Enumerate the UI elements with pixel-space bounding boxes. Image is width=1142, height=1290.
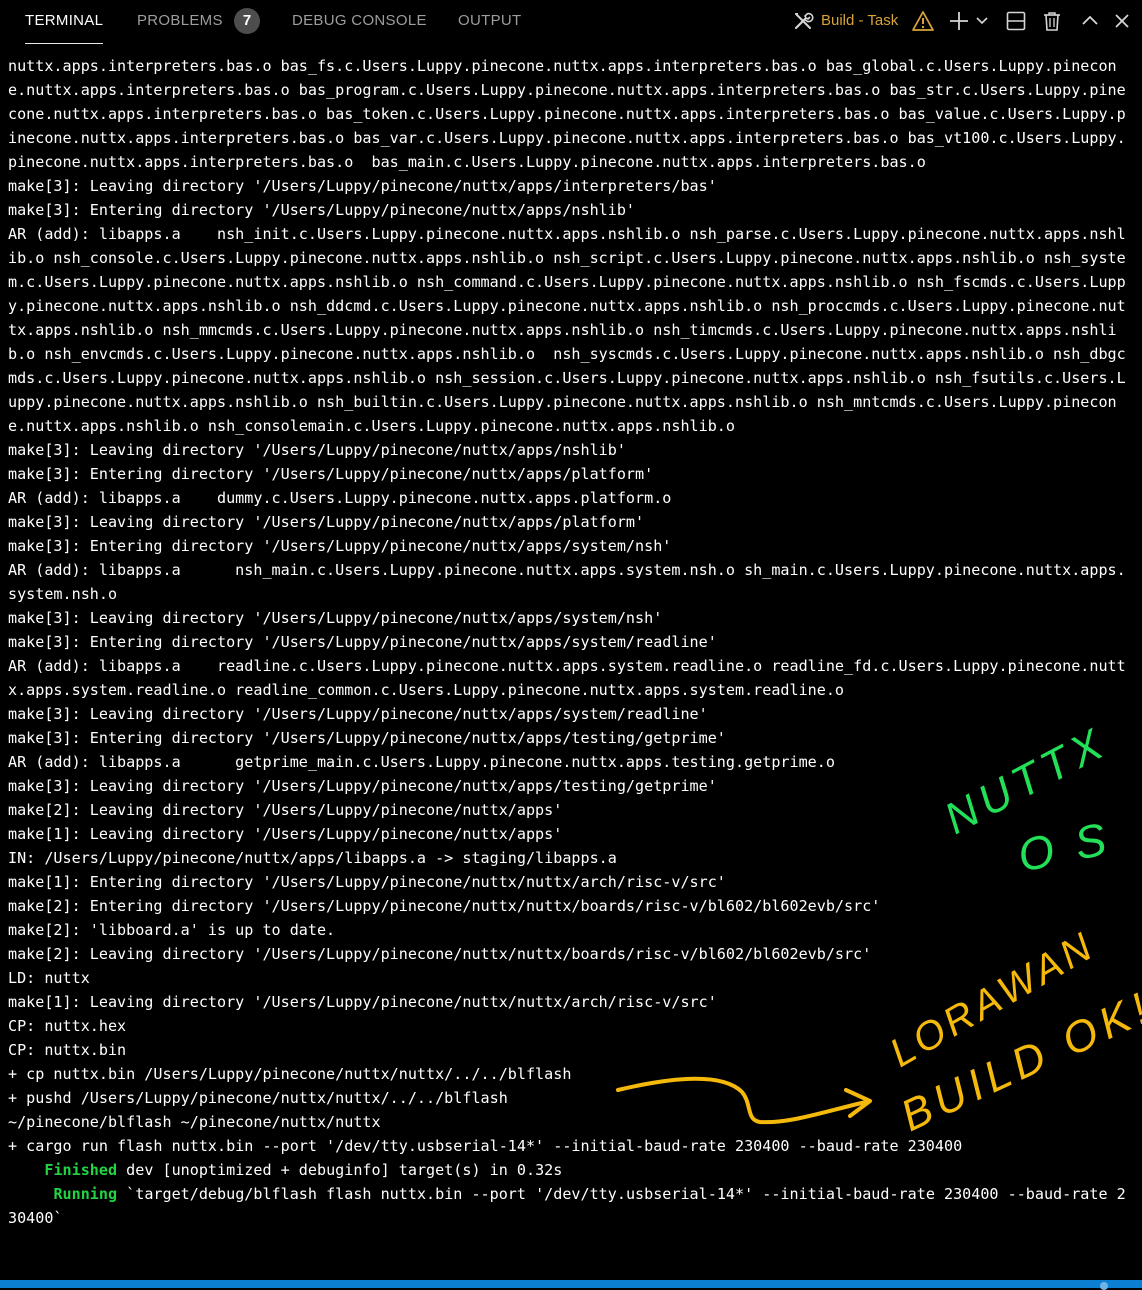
warning-icon: [912, 11, 934, 31]
tab-debug-console[interactable]: DEBUG CONSOLE: [292, 0, 427, 44]
terminal-line: nuttx.apps.interpreters.bas.o bas_fs.c.U…: [8, 57, 1126, 171]
terminal-line: make[3]: Entering directory '/Users/Lupp…: [8, 201, 636, 219]
terminal-line: make[2]: Leaving directory '/Users/Luppy…: [8, 945, 872, 963]
terminal-line: AR (add): libapps.a nsh_main.c.Users.Lup…: [8, 561, 1126, 603]
running-message: `target/debug/blflash flash nuttx.bin --…: [8, 1185, 1126, 1227]
terminal-line: make[2]: Leaving directory '/Users/Luppy…: [8, 801, 563, 819]
tab-terminal[interactable]: TERMINAL: [25, 0, 104, 44]
task-label: Build - Task: [821, 12, 899, 29]
finished-message: dev [unoptimized + debuginfo] target(s) …: [117, 1161, 563, 1179]
panel-tab-bar: TERMINAL PROBLEMS 7 DEBUG CONSOLE OUTPUT…: [0, 0, 1142, 44]
terminal-line: make[3]: Leaving directory '/Users/Luppy…: [8, 609, 663, 627]
status-indicator-icon: [1100, 1282, 1108, 1290]
status-bar: [0, 1280, 1142, 1290]
terminal-line: make[3]: Leaving directory '/Users/Luppy…: [8, 513, 645, 531]
terminal-line: make[3]: Entering directory '/Users/Lupp…: [8, 729, 726, 747]
chevron-up-icon[interactable]: [1080, 11, 1100, 31]
terminal-line: make[3]: Entering directory '/Users/Lupp…: [8, 537, 672, 555]
tab-problems[interactable]: PROBLEMS: [137, 0, 223, 44]
terminal-line: make[1]: Leaving directory '/Users/Luppy…: [8, 993, 717, 1011]
terminal-line: make[2]: 'libboard.a' is up to date.: [8, 921, 336, 939]
chevron-down-icon[interactable]: [975, 14, 989, 28]
terminal-line: make[3]: Entering directory '/Users/Lupp…: [8, 633, 717, 651]
terminal-line: + cp nuttx.bin /Users/Luppy/pinecone/nut…: [8, 1065, 572, 1083]
terminal-line: make[3]: Leaving directory '/Users/Luppy…: [8, 705, 708, 723]
terminal-line-running: Running `target/debug/blflash flash nutt…: [8, 1182, 1134, 1230]
terminal-line: AR (add): libapps.a dummy.c.Users.Luppy.…: [8, 489, 672, 507]
terminal-line: make[3]: Leaving directory '/Users/Luppy…: [8, 177, 717, 195]
terminal-line: make[2]: Entering directory '/Users/Lupp…: [8, 897, 881, 915]
trash-icon[interactable]: [1041, 10, 1063, 32]
task-selector[interactable]: Build - Task: [792, 0, 936, 42]
terminal-line: make[1]: Entering directory '/Users/Lupp…: [8, 873, 726, 891]
terminal-line: ~/pinecone/blflash ~/pinecone/nuttx/nutt…: [8, 1113, 381, 1131]
split-icon[interactable]: [1005, 10, 1027, 32]
terminal-line: make[1]: Leaving directory '/Users/Luppy…: [8, 825, 563, 843]
terminal-line: IN: /Users/Luppy/pinecone/nuttx/apps/lib…: [8, 849, 617, 867]
close-icon[interactable]: [1112, 11, 1132, 31]
terminal-line: CP: nuttx.hex: [8, 1017, 127, 1035]
terminal-line: CP: nuttx.bin: [8, 1041, 127, 1059]
terminal-line: LD: nuttx: [8, 969, 90, 987]
finished-keyword: Finished: [44, 1161, 118, 1179]
terminal-line: make[3]: Leaving directory '/Users/Luppy…: [8, 777, 717, 795]
terminal-output[interactable]: nuttx.apps.interpreters.bas.o bas_fs.c.U…: [8, 54, 1134, 1230]
terminal-line: AR (add): libapps.a nsh_init.c.Users.Lup…: [8, 225, 1126, 435]
terminal-line: make[3]: Entering directory '/Users/Lupp…: [8, 465, 654, 483]
tab-output[interactable]: OUTPUT: [458, 0, 521, 44]
terminal-line: make[3]: Leaving directory '/Users/Luppy…: [8, 441, 626, 459]
terminal-line: AR (add): libapps.a getprime_main.c.User…: [8, 753, 835, 771]
terminal-line: AR (add): libapps.a readline.c.Users.Lup…: [8, 657, 1126, 699]
terminal-line: + cargo run flash nuttx.bin --port '/dev…: [8, 1137, 963, 1155]
terminal-line-finished: Finished dev [unoptimized + debuginfo] t…: [8, 1158, 1134, 1182]
tools-icon: [794, 12, 814, 30]
plus-icon[interactable]: [948, 10, 970, 32]
terminal-line: + pushd /Users/Luppy/pinecone/nuttx/nutt…: [8, 1089, 508, 1107]
running-keyword: Running: [53, 1185, 118, 1203]
problems-count-badge: 7: [234, 8, 260, 34]
